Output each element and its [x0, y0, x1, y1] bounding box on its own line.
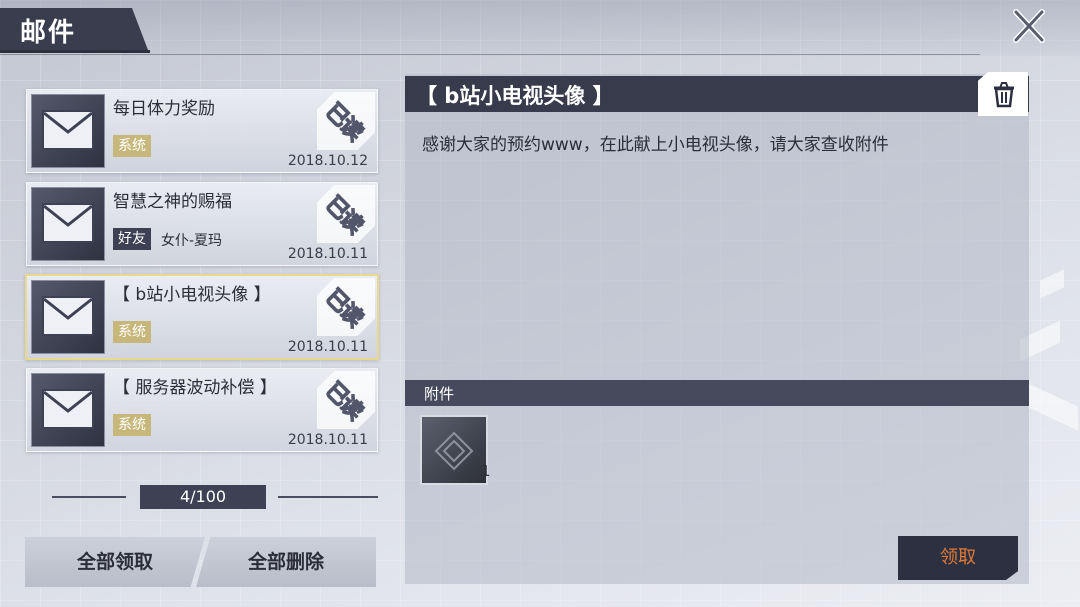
mail-item[interactable]: 每日体力奖励 系统 2018.10.12 已读: [26, 89, 378, 173]
title-underline: [0, 50, 150, 53]
attachment-count: 1: [481, 462, 491, 480]
mail-date: 2018.10.11: [287, 246, 368, 262]
pager-line-left: [52, 496, 126, 498]
envelope-icon: [31, 280, 105, 354]
mail-item[interactable]: 智慧之神的赐福 好友 女仆-夏玛 2018.10.11 已读: [26, 182, 378, 266]
mail-date: 2018.10.11: [287, 432, 368, 448]
read-stamp: 已读: [317, 278, 375, 336]
mail-title: 每日体力奖励: [113, 99, 215, 119]
close-button[interactable]: [1004, 6, 1054, 46]
trash-icon: [994, 82, 1014, 108]
mail-tag: 好友: [113, 228, 151, 250]
mail-title: 智慧之神的赐福: [113, 192, 232, 212]
read-stamp: 已读: [317, 92, 375, 150]
mail-date: 2018.10.12: [287, 153, 368, 169]
claim-button[interactable]: 领取: [898, 536, 1018, 580]
mail-title: 【 服务器波动补偿 】: [113, 378, 277, 398]
mail-item-selected[interactable]: 【 b站小电视头像 】 系统 2018.10.11 已读: [25, 274, 379, 360]
detail-body: 感谢大家的预约www，在此献上小电视头像，请大家查收附件: [422, 135, 889, 155]
mail-tag: 系统: [113, 135, 151, 157]
decor-shard: [1040, 269, 1064, 299]
attachment-label: 附件: [424, 385, 455, 403]
claim-all-button[interactable]: 全部领取: [25, 537, 205, 587]
close-icon: [1013, 9, 1045, 43]
envelope-icon: [31, 94, 105, 168]
pager-line-right: [278, 496, 378, 498]
detail-title: 【 b站小电视头像 】: [416, 84, 614, 108]
mail-tag: 系统: [113, 321, 151, 343]
top-divider: [0, 54, 980, 55]
delete-all-button[interactable]: 全部删除: [196, 537, 376, 587]
delete-mail-button[interactable]: [978, 72, 1028, 116]
mail-tag: 系统: [113, 414, 151, 436]
mail-date: 2018.10.11: [287, 339, 368, 355]
mail-title: 【 b站小电视头像 】: [113, 285, 271, 305]
envelope-icon: [31, 187, 105, 261]
attachment-item[interactable]: [420, 415, 488, 485]
decor-shard: [1028, 383, 1078, 431]
read-stamp: 已读: [317, 371, 375, 429]
top-band: [0, 0, 1080, 56]
attachment-header: [405, 380, 1029, 406]
page-title: 邮件: [20, 18, 77, 48]
mail-sender: 女仆-夏玛: [161, 233, 223, 249]
pager-count: 4/100: [140, 485, 266, 509]
envelope-icon: [31, 373, 105, 447]
attachment-icon: [434, 431, 474, 471]
read-stamp: 已读: [317, 185, 375, 243]
mail-item[interactable]: 【 服务器波动补偿 】 系统 2018.10.11 已读: [26, 368, 378, 452]
